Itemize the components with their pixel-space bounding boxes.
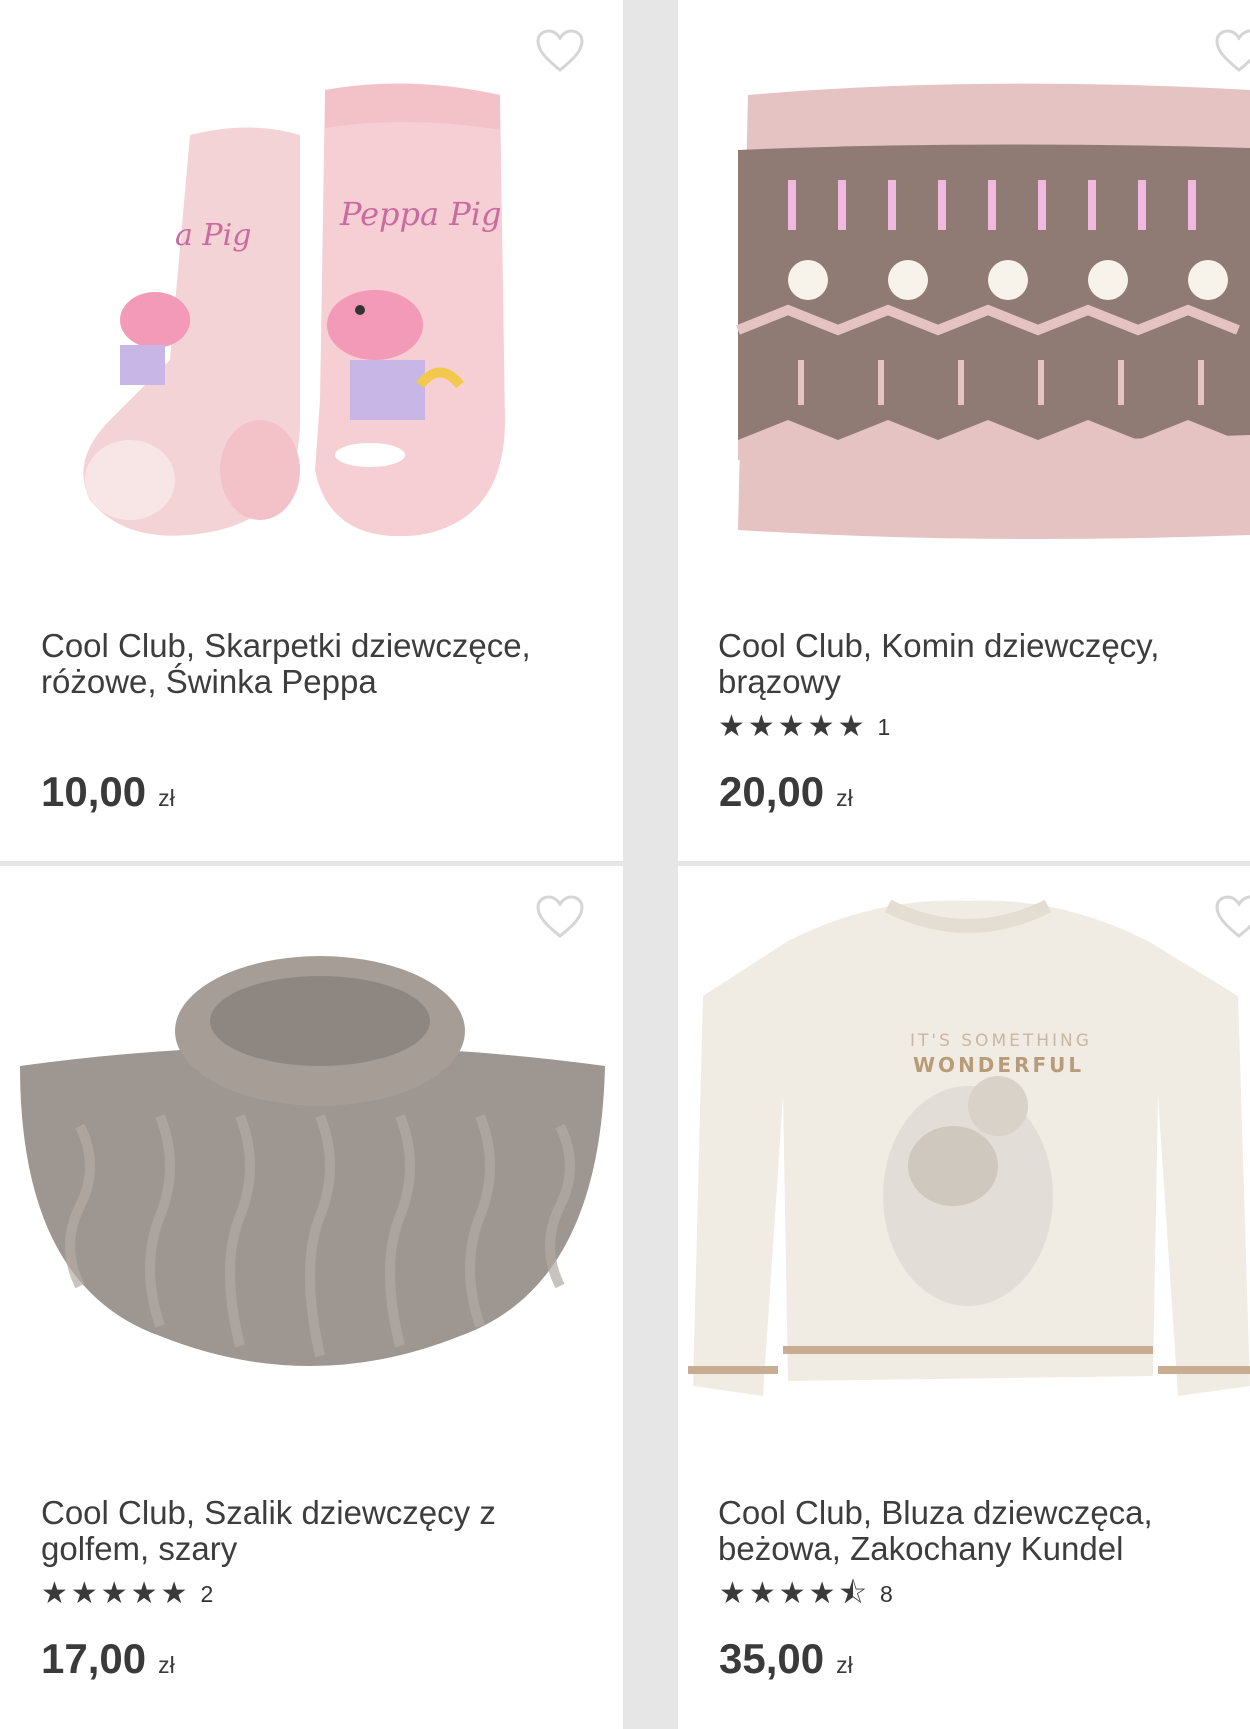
sweatshirt-print-line-1: IT'S SOMETHING (910, 1031, 1092, 1051)
heart-outline-icon[interactable] (535, 894, 585, 940)
product-price: 17,00 zł (41, 1635, 175, 1683)
heart-outline-icon[interactable] (535, 28, 585, 74)
product-card-socks[interactable]: a Pig Peppa Pig Cool Club, Skarpetki dzi… (0, 0, 623, 861)
socks-image: a Pig Peppa Pig (83, 83, 505, 537)
rating-count: 2 (200, 1580, 214, 1607)
product-price: 35,00 zł (719, 1635, 853, 1683)
star-icon: ★★★★★ (41, 1577, 191, 1610)
price-value: 35,00 (719, 1635, 825, 1682)
product-rating: ★★★★★ 2 (41, 1579, 213, 1609)
star-icon: ★★★★⯪ (719, 1577, 870, 1610)
sweatshirt-image: IT'S SOMETHING WONDERFUL (688, 899, 1250, 1396)
product-image[interactable] (0, 866, 623, 1466)
scarf-image (20, 956, 605, 1366)
rating-count: 8 (880, 1580, 893, 1607)
product-price: 10,00 zł (41, 768, 175, 816)
price-value: 10,00 (41, 768, 147, 815)
price-currency: zł (158, 1652, 175, 1678)
heart-outline-icon[interactable] (1214, 894, 1250, 940)
price-value: 20,00 (719, 768, 825, 815)
price-value: 17,00 (41, 1635, 147, 1682)
product-card-neck-warmer[interactable]: Cool Club, Komin dziewczęcy, brązowy ★★★… (678, 0, 1250, 861)
socks-print-text-2: Peppa Pig (339, 195, 502, 233)
product-title[interactable]: Cool Club, Szalik dziewczęcy z golfem, s… (41, 1495, 581, 1567)
price-currency: zł (836, 785, 853, 811)
sweatshirt-print-line-2: WONDERFUL (913, 1053, 1084, 1077)
product-card-sweatshirt[interactable]: IT'S SOMETHING WONDERFUL Cool Club, Bluz… (678, 866, 1250, 1729)
product-image[interactable]: a Pig Peppa Pig (0, 0, 623, 600)
socks-print-text: a Pig (175, 218, 251, 253)
product-image[interactable]: IT'S SOMETHING WONDERFUL (678, 866, 1250, 1466)
product-price: 20,00 zł (719, 768, 853, 816)
price-currency: zł (158, 785, 175, 811)
product-title[interactable]: Cool Club, Bluza dziewczęca, beżowa, Zak… (718, 1495, 1238, 1567)
price-currency: zł (836, 1652, 853, 1678)
product-card-scarf[interactable]: Cool Club, Szalik dziewczęcy z golfem, s… (0, 866, 623, 1729)
product-rating: ★★★★⯪ 8 (719, 1579, 893, 1609)
product-image[interactable] (678, 0, 1250, 600)
neck-warmer-image (736, 83, 1250, 540)
heart-outline-icon[interactable] (1214, 28, 1250, 74)
rating-count: 1 (877, 713, 891, 740)
product-title[interactable]: Cool Club, Skarpetki dziewczęce, różowe,… (41, 628, 581, 700)
product-title[interactable]: Cool Club, Komin dziewczęcy, brązowy (718, 628, 1238, 700)
product-rating: ★★★★★ 1 (718, 712, 890, 742)
star-icon: ★★★★★ (718, 710, 868, 743)
